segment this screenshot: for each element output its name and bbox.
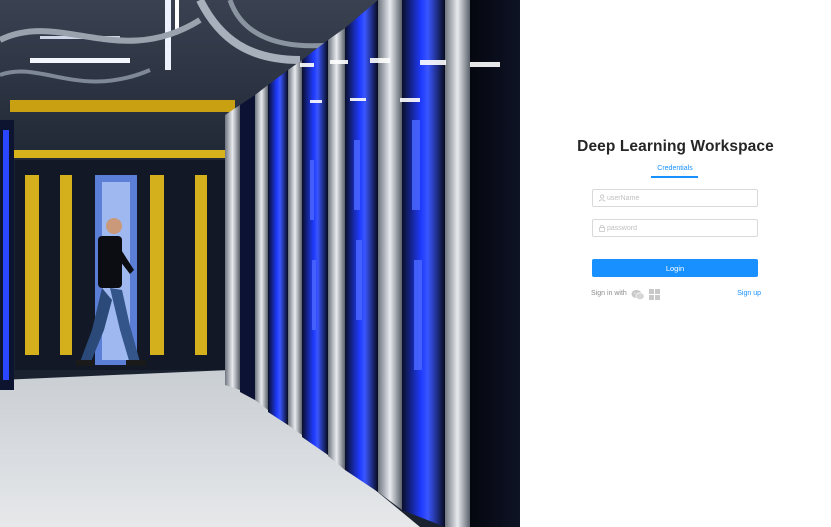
- password-field[interactable]: [592, 219, 758, 237]
- lock-icon: [599, 224, 605, 232]
- sign-in-with-row: Sign in with Sign up: [591, 288, 761, 302]
- active-tab-indicator: [651, 176, 698, 178]
- user-icon: [598, 194, 606, 202]
- wechat-icon[interactable]: [631, 289, 645, 301]
- username-field[interactable]: [592, 189, 758, 207]
- username-input[interactable]: [607, 190, 755, 206]
- login-button[interactable]: Login: [592, 259, 758, 277]
- password-input[interactable]: [607, 220, 755, 236]
- page-title: Deep Learning Workspace: [577, 138, 774, 155]
- sign-up-link[interactable]: Sign up: [737, 290, 761, 297]
- windows-icon[interactable]: [649, 289, 660, 300]
- datacenter-hero-image: [0, 0, 520, 527]
- login-panel: Deep Learning Workspace Credentials Logi…: [520, 0, 831, 527]
- sign-in-with-label: Sign in with: [591, 290, 627, 297]
- login-page: Deep Learning Workspace Credentials Logi…: [0, 0, 831, 527]
